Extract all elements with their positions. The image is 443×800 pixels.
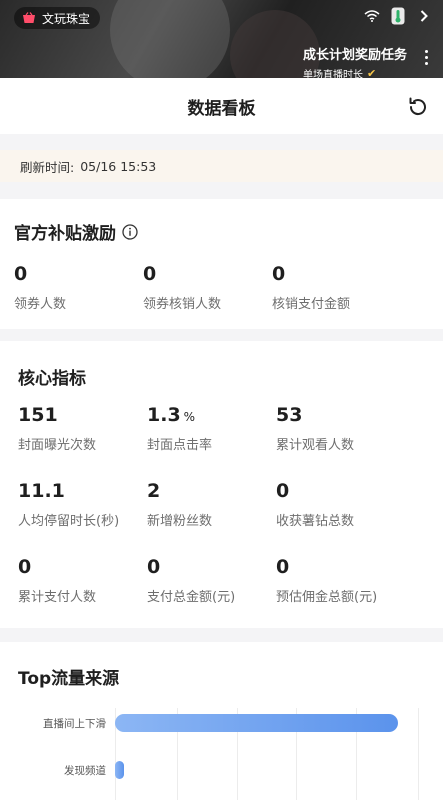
metric-new-followers: 2 新增粉丝数 xyxy=(147,480,212,529)
metric-value: 0 xyxy=(14,263,28,285)
metric-value: 2 xyxy=(147,480,161,502)
metric-cover-ctr: 1.3% 封面点击率 xyxy=(147,404,212,453)
metric-label: 新增粉丝数 xyxy=(147,514,213,529)
metric-commission: 0 预估佣金总额(元) xyxy=(276,556,377,605)
refresh-icon[interactable] xyxy=(407,96,429,118)
status-icons xyxy=(363,7,433,25)
metric-redeem-amount: 0 核销支付金额 xyxy=(272,263,350,312)
refresh-time-bar: 刷新时间: 05/16 15:53 xyxy=(0,150,443,182)
metric-value: 53 xyxy=(276,404,303,426)
subsidy-title-text: 官方补贴激励 xyxy=(14,224,116,244)
shop-category-pill[interactable]: 文玩珠宝 xyxy=(14,7,101,29)
temperature-icon xyxy=(389,7,407,25)
metric-label: 领券核销人数 xyxy=(143,297,222,312)
data-dashboard-panel: 数据看板 刷新时间: 05/16 15:53 官方补贴激励 0 领券人数 0 领… xyxy=(0,78,443,800)
shop-category-label: 文玩珠宝 xyxy=(42,11,91,26)
refresh-time-label: 刷新时间: xyxy=(20,159,75,175)
metric-payment-total: 0 支付总金额(元) xyxy=(147,556,235,605)
panel-header: 数据看板 xyxy=(0,78,443,134)
metric-paying-users: 0 累计支付人数 xyxy=(18,556,96,605)
metric-value: 11.1 xyxy=(18,480,65,502)
growth-task-subtitle: 单场直播时长 ✔ xyxy=(303,66,407,78)
traffic-bar-row: 发现频道 xyxy=(0,760,443,780)
wifi-icon xyxy=(363,7,381,25)
basket-icon xyxy=(23,12,35,23)
metric-label: 封面曝光次数 xyxy=(18,438,97,453)
traffic-bar-chart: 直播间上下滑发现频道 xyxy=(0,708,443,800)
metric-label: 收获薯钻总数 xyxy=(276,514,355,529)
metric-value: 0 xyxy=(18,556,32,578)
refresh-time-value: 05/16 15:53 xyxy=(80,158,157,174)
traffic-bar-label: 发现频道 xyxy=(64,765,106,777)
page-title: 数据看板 xyxy=(187,98,256,119)
metric-diamonds: 0 收获薯钻总数 xyxy=(276,480,354,529)
metric-value: 0 xyxy=(276,556,290,578)
more-icon[interactable] xyxy=(425,50,429,65)
metric-label: 封面点击率 xyxy=(147,438,213,453)
metric-label: 支付总金额(元) xyxy=(147,590,236,605)
growth-task[interactable]: 成长计划奖励任务 单场直播时长 ✔ xyxy=(303,44,407,78)
traffic-sources-card: Top流量来源 直播间上下滑发现频道 xyxy=(0,642,443,800)
metric-label: 累计支付人数 xyxy=(18,590,97,605)
metric-value: 1.3% xyxy=(147,404,196,426)
live-header: 文玩珠宝 成长计划奖励任务 单场直播时长 ✔ xyxy=(0,0,443,78)
subsidy-card: 官方补贴激励 0 领券人数 0 领券核销人数 0 核销支付金额 xyxy=(0,199,443,329)
metric-value: 151 xyxy=(18,404,58,426)
traffic-bar-label: 直播间上下滑 xyxy=(43,718,106,730)
traffic-bar xyxy=(115,761,124,779)
metric-label: 核销支付金额 xyxy=(272,297,351,312)
chevron-right-icon[interactable] xyxy=(415,7,433,25)
info-icon[interactable] xyxy=(122,223,138,240)
metric-label: 领券人数 xyxy=(14,297,67,312)
metric-label: 累计观看人数 xyxy=(276,438,355,453)
traffic-bar xyxy=(115,714,398,732)
metric-coupon-redeemers: 0 领券核销人数 xyxy=(143,263,221,312)
metric-total-viewers: 53 累计观看人数 xyxy=(276,404,354,453)
metric-value: 0 xyxy=(276,480,290,502)
metric-label: 预估佣金总额(元) xyxy=(276,590,378,605)
metric-value: 0 xyxy=(143,263,157,285)
traffic-bar-row: 直播间上下滑 xyxy=(0,713,443,733)
core-metrics-card: 核心指标 151 封面曝光次数 1.3% 封面点击率 53 累计观看人数 11.… xyxy=(0,341,443,628)
traffic-sources-title: Top流量来源 xyxy=(18,669,120,689)
subsidy-title: 官方补贴激励 xyxy=(14,219,138,244)
metric-label: 人均停留时长(秒) xyxy=(18,514,120,529)
video-blur xyxy=(110,0,230,78)
metric-cover-impressions: 151 封面曝光次数 xyxy=(18,404,96,453)
growth-task-title: 成长计划奖励任务 xyxy=(302,48,407,63)
metric-value: 0 xyxy=(147,556,161,578)
metric-coupon-claimers: 0 领券人数 xyxy=(14,263,66,312)
metric-avg-stay: 11.1 人均停留时长(秒) xyxy=(18,480,119,529)
growth-task-subtitle-text: 单场直播时长 xyxy=(302,70,363,78)
check-icon: ✔ xyxy=(366,67,377,78)
metric-value: 0 xyxy=(272,263,286,285)
core-metrics-title: 核心指标 xyxy=(18,369,86,389)
